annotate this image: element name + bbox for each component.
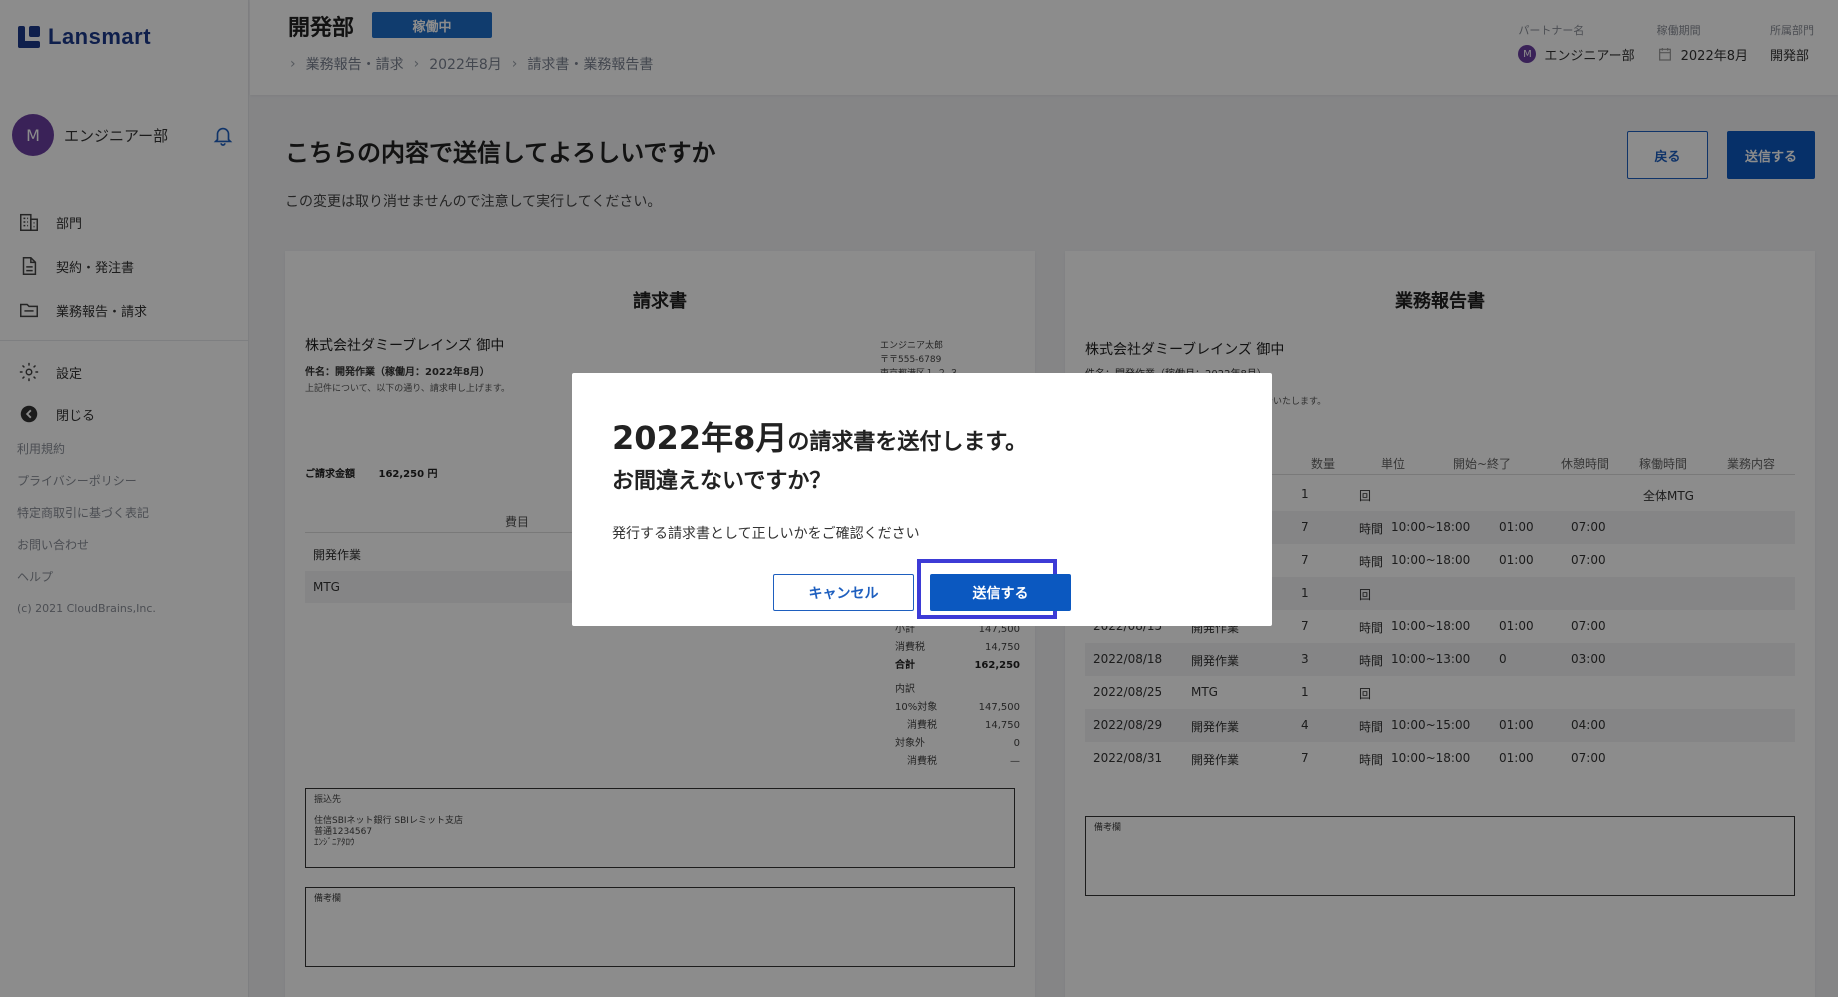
confirm-send-button[interactable]: 送信する (930, 574, 1071, 611)
dialog-message: 発行する請求書として正しいかをご確認ください (612, 526, 920, 542)
dialog-title-month: 2022年8月 (612, 419, 788, 457)
dialog-title-rest: の請求書を送付します。 (787, 430, 1028, 455)
confirm-dialog: 2022年8月 の請求書を送付します。 お間違えないですか？ 発行する請求書とし… (572, 373, 1272, 626)
cancel-button[interactable]: キャンセル (773, 574, 914, 611)
dialog-title: 2022年8月 の請求書を送付します。 お間違えないですか？ (612, 413, 1027, 495)
dialog-title-question: お間違えないですか？ (612, 469, 832, 494)
